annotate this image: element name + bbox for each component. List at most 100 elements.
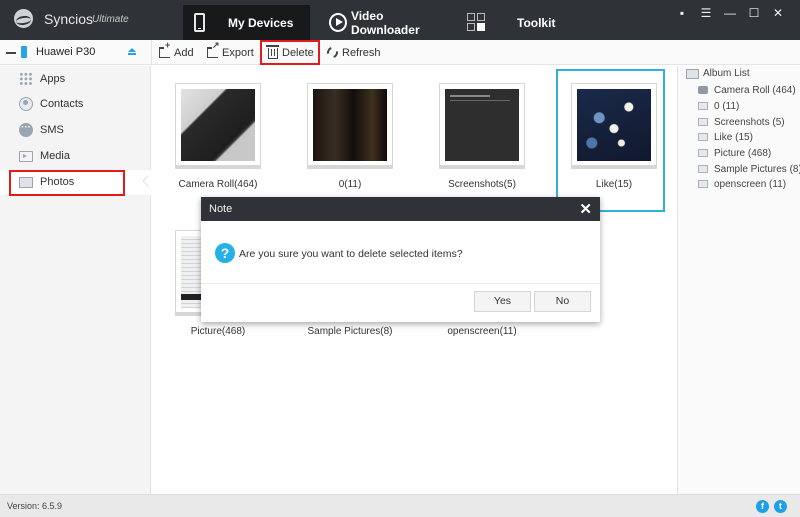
question-icon: ? [215, 243, 235, 263]
sidebar-item-label: Apps [40, 73, 66, 85]
album-thumbnail [577, 89, 651, 161]
album-list-item[interactable]: Screenshots (5) [698, 115, 798, 131]
contact-icon [19, 97, 33, 111]
album-list-panel: Album List Camera Roll (464) 0 (11) Scre… [677, 66, 800, 494]
version-label: Version: 6.5.9 [7, 501, 63, 511]
camera-icon [698, 86, 708, 94]
album-item-selected[interactable]: Like(15) [551, 67, 661, 197]
album-thumbnail-frame [175, 83, 261, 169]
export-label: Export [222, 46, 254, 59]
album-thumbnail-frame [571, 83, 657, 169]
album-list-item-label: Camera Roll (464) [714, 85, 796, 96]
sidebar-item-media[interactable]: Media [0, 144, 151, 169]
app-edition: Ultimate [92, 14, 129, 25]
album-list-item[interactable]: Like (15) [698, 130, 798, 146]
feedback-icon[interactable]: ▪ [670, 6, 694, 20]
tab-label: Toolkit [517, 15, 556, 30]
trash-icon [266, 45, 279, 59]
tab-my-devices[interactable]: My Devices [183, 5, 310, 40]
tv-icon [19, 151, 33, 162]
image-icon [698, 180, 708, 188]
album-list-item-label: Sample Pictures (8) [714, 164, 800, 175]
album-name: Camera Roll(464) [178, 179, 258, 190]
image-icon [698, 118, 708, 126]
album-list-item-label: 0 (11) [714, 101, 740, 112]
no-button[interactable]: No [534, 291, 591, 312]
album-thumbnail-frame [307, 83, 393, 169]
export-icon [206, 40, 220, 58]
close-icon[interactable]: ✕ [766, 6, 790, 20]
image-icon [698, 102, 708, 110]
album-list-item[interactable]: Camera Roll (464) [698, 83, 798, 99]
sidebar-item-label: Media [40, 150, 70, 162]
tab-video-downloader[interactable]: Video Downloader [323, 5, 448, 40]
twitter-icon[interactable]: t [774, 500, 787, 513]
sidebar-item-contacts[interactable]: Contacts [0, 92, 151, 117]
album-list-item-label: Screenshots (5) [714, 117, 785, 128]
album-thumbnail [445, 89, 519, 161]
sidebar-item-apps[interactable]: Apps [0, 67, 151, 92]
sidebar-item-sms[interactable]: SMS [0, 118, 151, 143]
minimize-icon[interactable]: — [718, 6, 742, 20]
album-list-item-label: Like (15) [714, 132, 753, 143]
facebook-icon[interactable]: f [756, 500, 769, 513]
album-name: 0(11) [338, 179, 362, 190]
album-list-icon [686, 69, 699, 79]
add-icon [158, 40, 170, 58]
album-name: Picture(468) [190, 326, 246, 337]
status-bar: Version: 6.5.9 f t [0, 494, 800, 517]
album-name: Screenshots(5) [448, 179, 516, 190]
device-selector[interactable]: Huawei P30 [0, 40, 151, 65]
album-item[interactable]: 0(11) [287, 67, 397, 197]
sidebar-item-label: SMS [40, 124, 64, 136]
sidebar: Apps Contacts SMS Media Photos [0, 66, 151, 494]
menu-icon[interactable]: ☰ [694, 6, 718, 20]
tab-label: My Devices [228, 15, 294, 30]
album-name: Sample Pictures(8) [307, 326, 393, 337]
yes-button[interactable]: Yes [474, 291, 531, 312]
tab-label: Video Downloader [350, 8, 420, 37]
refresh-label: Refresh [342, 46, 381, 59]
image-icon [698, 133, 708, 141]
refresh-button[interactable]: Refresh [324, 40, 381, 65]
album-thumbnail-frame [439, 83, 525, 169]
grid-icon [467, 13, 486, 32]
album-item[interactable]: Camera Roll(464) [155, 67, 265, 197]
album-thumbnail [313, 89, 387, 161]
album-list-item-label: Picture (468) [714, 148, 772, 159]
dialog-message: Are you sure you want to delete selected… [239, 248, 463, 260]
add-button[interactable]: Add [158, 40, 194, 65]
device-phone-icon [21, 46, 27, 58]
close-icon[interactable]: ✕ [579, 200, 592, 218]
tab-toolkit[interactable]: Toolkit [462, 5, 562, 40]
message-icon [19, 122, 33, 137]
sidebar-item-label: Contacts [40, 98, 84, 110]
album-list-item[interactable]: 0 (11) [698, 99, 798, 115]
image-icon [698, 165, 708, 173]
eject-icon[interactable] [128, 48, 136, 56]
dialog-footer: Yes No [201, 283, 600, 322]
window-controls: ▪ ☰ — ☐ ✕ [670, 6, 790, 20]
delete-label: Delete [282, 46, 314, 59]
maximize-icon[interactable]: ☐ [742, 6, 766, 20]
dialog-title: Note [209, 203, 233, 215]
collapse-icon[interactable] [6, 52, 16, 54]
album-list-header: Album List [678, 66, 800, 83]
play-circle-icon [329, 13, 347, 32]
album-list-item[interactable]: Picture (468) [698, 146, 798, 162]
album-thumbnail [181, 89, 255, 161]
toolbar: Add Export Delete Refresh [151, 40, 800, 65]
album-list-title: Album List [703, 68, 750, 79]
album-item[interactable]: Screenshots(5) [419, 67, 529, 197]
album-name: Like(15) [595, 179, 633, 190]
album-list-item[interactable]: openscreen (11) [698, 177, 798, 193]
delete-button[interactable]: Delete [260, 40, 320, 65]
album-list-item[interactable]: Sample Pictures (8) [698, 162, 800, 178]
album-name: openscreen(11) [447, 326, 517, 337]
export-button[interactable]: Export [206, 40, 254, 65]
image-icon [698, 149, 708, 157]
refresh-icon [324, 44, 341, 61]
photos-highlight-box [9, 170, 125, 196]
app-name: Syncios [44, 11, 94, 27]
device-name: Huawei P30 [36, 46, 96, 58]
